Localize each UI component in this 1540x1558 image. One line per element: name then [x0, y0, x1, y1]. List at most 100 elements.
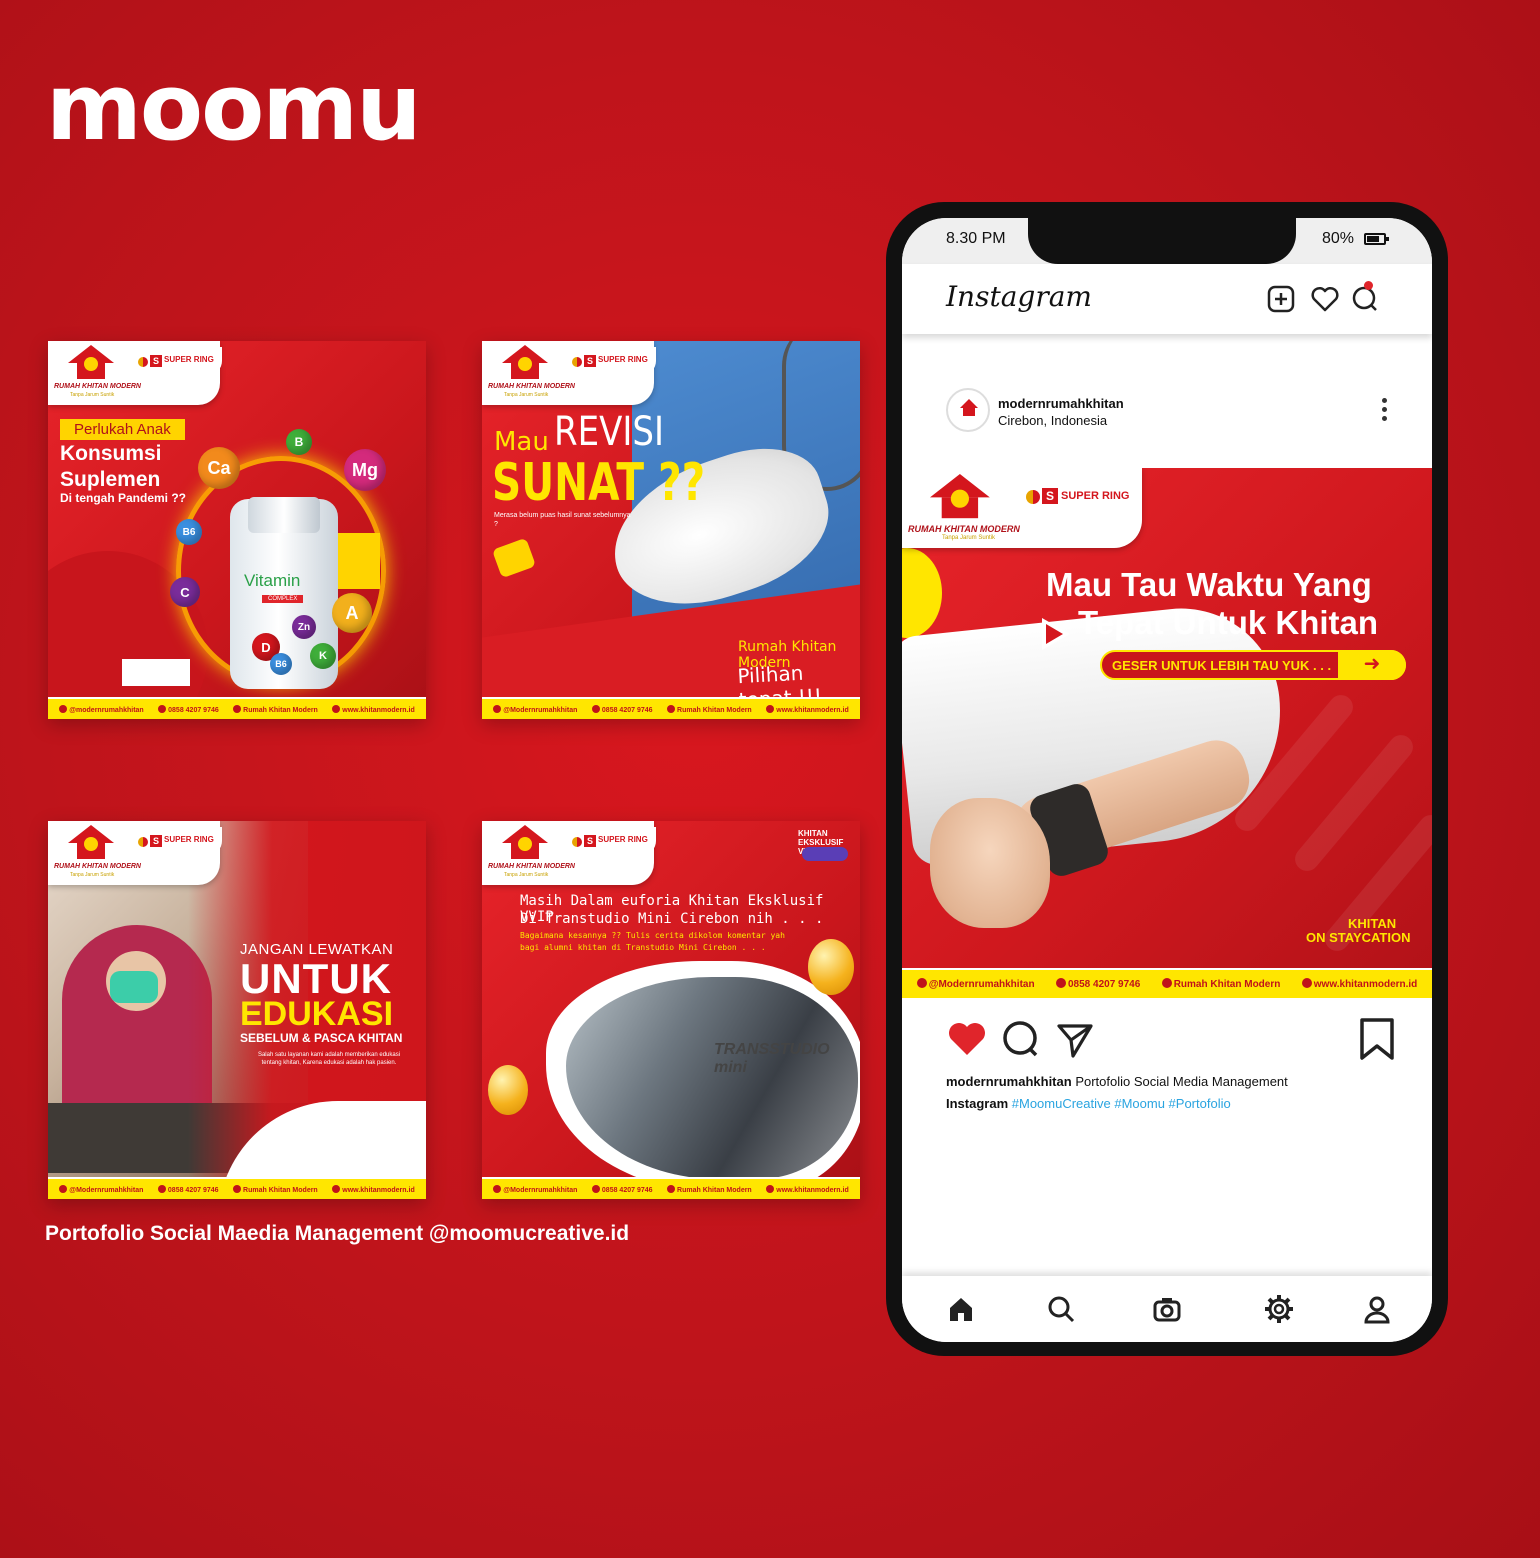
- swipe-cta[interactable]: GESER UNTUK LEBIH TAU YUK . . . ➜: [1100, 650, 1406, 680]
- venue-logo: TRANSSTUDIO mini: [714, 1041, 830, 1076]
- heart-filled-icon[interactable]: [946, 1018, 988, 1060]
- sponsor-emblem-icon: [572, 357, 582, 367]
- clinic-logo: RUMAH KHITAN MODERN Tanpa Jarum Suntik S…: [48, 341, 222, 405]
- facebook-icon: [233, 704, 242, 713]
- post-title-highlight: EDUKASI: [240, 995, 394, 1033]
- heart-outline-icon[interactable]: [1310, 284, 1340, 314]
- clinic-logo: RUMAH KHITAN MODERN Tanpa Jarum Suntik S…: [482, 821, 656, 885]
- arrow-right-icon: ➜: [1338, 650, 1406, 680]
- footer-facebook: Rumah Khitan Modern: [677, 1186, 752, 1194]
- footer-website: www.khitanmodern.id: [342, 706, 415, 714]
- sponsor-mark-icon: S: [150, 835, 162, 847]
- footer-instagram: @Modernrumahkhitan: [503, 706, 578, 714]
- play-icon: [1042, 618, 1070, 650]
- instagram-logo[interactable]: Instagram: [946, 280, 1092, 313]
- profile-icon[interactable]: [1362, 1294, 1392, 1324]
- hashtags[interactable]: #MoomuCreative #Moomu #Portofolio: [1012, 1096, 1231, 1111]
- phone-icon: [158, 704, 167, 713]
- house-icon: [502, 825, 548, 861]
- sponsor-logo: S SUPER RING: [564, 827, 656, 855]
- sponsor-logo: S SUPER RING: [130, 347, 222, 375]
- comment-icon[interactable]: [1000, 1018, 1042, 1060]
- contact-footer: @Modernrumahkhitan 0858 4207 9746 Rumah …: [48, 1177, 426, 1199]
- house-icon: [502, 345, 548, 381]
- vitamin-ball: Mg: [344, 449, 386, 491]
- contact-footer: @Modernrumahkhitan 0858 4207 9746 Rumah …: [482, 1177, 860, 1199]
- bookmark-icon[interactable]: [1356, 1018, 1398, 1060]
- bottle-label: Vitamin: [244, 571, 301, 590]
- footer-website: www.khitanmodern.id: [776, 1186, 849, 1194]
- post-subtitle: Di tengah Pandemi ??: [60, 491, 187, 505]
- add-post-icon[interactable]: [1266, 284, 1296, 314]
- footer-facebook: Rumah Khitan Modern: [1173, 979, 1281, 990]
- post-card-supplement[interactable]: Vitamin COMPLEX Ca B Mg B6 C A D Zn B6 K…: [48, 341, 426, 719]
- feed-post-image[interactable]: Mau Tau Waktu Yang Tepat Untuk Khitan GE…: [902, 468, 1432, 998]
- feed-headline: Mau Tau Waktu Yang: [1046, 566, 1372, 603]
- footer-phone: 0858 4207 9746: [601, 706, 653, 714]
- settings-icon[interactable]: [1264, 1294, 1294, 1324]
- instagram-icon: [493, 1184, 502, 1193]
- search-icon[interactable]: [1046, 1294, 1076, 1324]
- battery-percent: 80%: [1322, 230, 1355, 247]
- sponsor-mark-icon: S: [584, 355, 596, 367]
- post-location[interactable]: Cirebon, Indonesia: [998, 413, 1107, 428]
- decor-white-rect: [122, 659, 190, 686]
- footer-instagram: @modernrumahkhitan: [69, 706, 144, 714]
- fist: [930, 798, 1050, 928]
- sponsor-mark-icon: S: [150, 355, 162, 367]
- caption-text: Portofolio Social Media Management: [1075, 1074, 1288, 1089]
- clinic-name: RUMAH KHITAN MODERN: [54, 863, 141, 870]
- caption-username[interactable]: modernrumahkhitan: [946, 1074, 1072, 1089]
- sponsor-name: SUPER RING: [164, 355, 214, 364]
- vitamin-ball: B6: [270, 653, 292, 675]
- caption-username[interactable]: Instagram: [946, 1096, 1008, 1111]
- facebook-icon: [1161, 978, 1172, 988]
- footer-website: www.khitanmodern.id: [1313, 979, 1418, 990]
- post-title: REVISI: [554, 409, 665, 455]
- clinic-tagline: Tanpa Jarum Suntik: [504, 872, 549, 878]
- instagram-icon: [59, 1184, 68, 1193]
- more-options-icon[interactable]: [1380, 398, 1388, 428]
- post-card-edukasi[interactable]: JANGAN LEWATKAN UNTUK EDUKASI SEBELUM & …: [48, 821, 426, 1199]
- share-icon[interactable]: [1054, 1018, 1096, 1060]
- house-icon: [68, 345, 114, 381]
- footer-website: www.khitanmodern.id: [342, 1186, 415, 1194]
- post-title-line: Di Transtudio Mini Cirebon nih . . .: [520, 911, 824, 927]
- footer-website: www.khitanmodern.id: [776, 706, 849, 714]
- post-username[interactable]: modernrumahkhitan: [998, 396, 1124, 411]
- footer-phone: 0858 4207 9746: [167, 1186, 219, 1194]
- camera-icon[interactable]: [1152, 1294, 1182, 1324]
- clinic-tagline: Tanpa Jarum Suntik: [504, 392, 549, 398]
- home-icon[interactable]: [946, 1294, 976, 1324]
- post-header: modernrumahkhitan Cirebon, Indonesia: [902, 378, 1432, 448]
- clinic-tagline: Tanpa Jarum Suntik: [942, 535, 996, 541]
- cta-label: GESER UNTUK LEBIH TAU YUK . . .: [1112, 658, 1332, 673]
- sponsor-emblem-icon: [138, 357, 148, 367]
- clinic-name: RUMAH KHITAN MODERN: [54, 383, 141, 390]
- web-icon: [332, 704, 341, 713]
- sponsor-emblem-icon: [572, 837, 582, 847]
- sponsor-name: SUPER RING: [598, 355, 648, 364]
- vitamin-ball: A: [332, 593, 372, 633]
- vitamin-ball: C: [170, 577, 200, 607]
- house-icon: [930, 474, 990, 521]
- avatar[interactable]: [946, 388, 990, 432]
- clinic-logo: RUMAH KHITAN MODERN Tanpa Jarum Suntik S…: [902, 468, 1142, 548]
- footer-instagram: @Modernrumahkhitan: [928, 979, 1035, 990]
- facebook-icon: [667, 704, 676, 713]
- facebook-icon: [667, 1184, 676, 1193]
- post-subtitle-line: bagi alumni khitan di Transtudio Mini Ci…: [520, 943, 766, 952]
- web-icon: [766, 704, 775, 713]
- phone-icon: [157, 1184, 166, 1193]
- sponsor-mark-icon: S: [1042, 488, 1058, 504]
- vitamin-ball: K: [310, 643, 336, 669]
- contact-footer: @Modernrumahkhitan 0858 4207 9746 Rumah …: [902, 968, 1432, 998]
- phone-screen: 8.30 PM 80% Instagram modernrumahkhitan …: [902, 218, 1432, 1342]
- post-card-transstudio[interactable]: KHITAN EKSKLUSIF VVIP Masih Dalam eufori…: [482, 821, 860, 1199]
- post-card-revisi-sunat[interactable]: Mau REVISI SUNAT ?? Merasa belum puas ha…: [482, 341, 860, 719]
- sponsor-name: SUPER RING: [598, 835, 648, 844]
- sponsor-logo: S SUPER RING: [130, 827, 222, 855]
- post-highlight: Perlukah Anak: [60, 419, 185, 440]
- post-subtitle-line: Bagaimana kesannya ?? Tulis cerita dikol…: [520, 931, 785, 940]
- instagram-header: Instagram: [902, 264, 1432, 334]
